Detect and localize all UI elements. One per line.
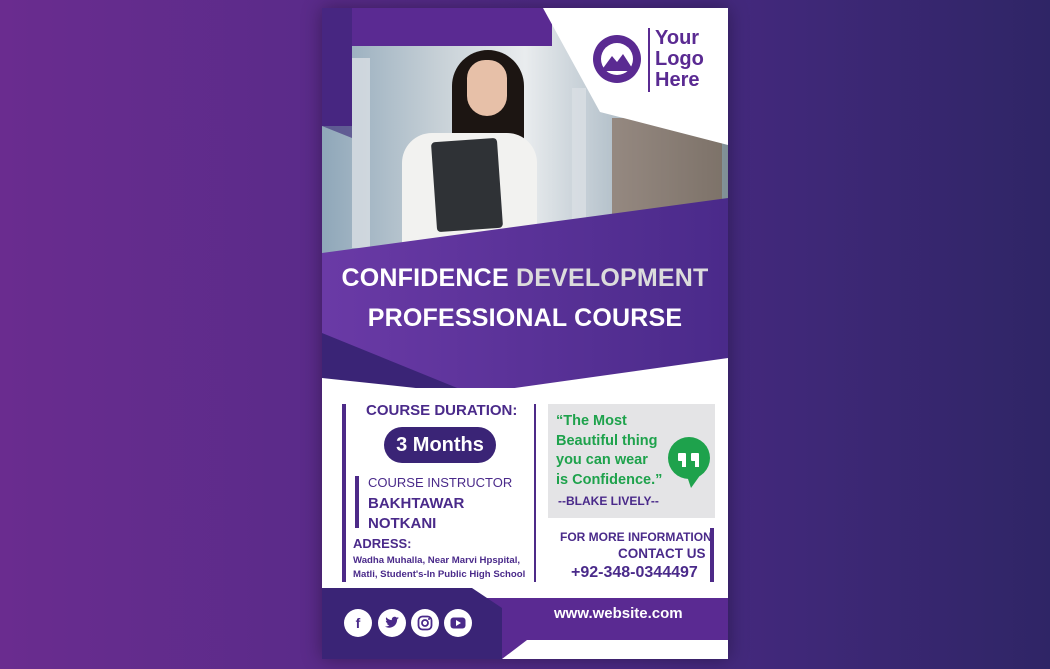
logo-line-3: Here [655,69,700,91]
quote-line-1: “The Most [556,413,627,429]
phone-number[interactable]: +92-348-0344497 [571,564,698,582]
logo-text: Your Logo Here [655,28,704,91]
instagram-icon[interactable] [411,609,439,637]
instructor-name-line-1: BAKHTAWAR [368,495,465,512]
title-line-1: CONFIDENCE DEVELOPMENT [322,264,728,293]
quote-bubble-icon [668,437,710,488]
quote-line-4: is Confidence.” [556,471,663,488]
contact-accent-bar [710,528,714,582]
left-accent-bar [342,404,346,582]
title-word-confidence: CONFIDENCE [341,264,516,292]
logo-line-2: Logo [655,48,704,70]
address-label: ADRESS: [353,536,412,551]
column-divider [534,404,536,582]
duration-badge: 3 Months [384,427,496,463]
course-flyer: Your Logo Here CONFIDENCE DEVELOPMENT PR… [322,8,728,659]
duration-label: COURSE DURATION: [366,402,518,419]
instructor-accent-bar [355,476,359,528]
instructor-label: COURSE INSTRUCTOR [368,475,513,490]
instructor-name: BAKHTAWAR NOTKANI [368,494,464,534]
quote-text: “The Most Beautiful thing you can wear i… [556,412,676,490]
quote-line-3: you can wear [556,452,648,468]
quote-author: --BLAKE LIVELY-- [558,494,659,508]
facebook-icon[interactable]: f [344,609,372,637]
twitter-icon[interactable] [378,609,406,637]
address-text: Wadha Muhalla, Near Marvi Hpspital, Matl… [353,554,533,582]
contact-us-label: CONTACT US [618,546,706,561]
youtube-icon[interactable] [444,609,472,637]
logo-divider [648,28,650,92]
address-line-2: Matli, Student's-In Public High School [353,569,526,580]
title-band [322,198,728,388]
website-link[interactable]: www.website.com [554,605,683,622]
quote-line-2: Beautiful thing [556,432,658,449]
logo-line-1: Your [655,27,700,49]
instructor-name-line-2: NOTKANI [368,515,437,532]
title-word-development: DEVELOPMENT [515,264,709,292]
address-line-1: Wadha Muhalla, Near Marvi Hpspital, [353,555,521,566]
logo-mountain-icon [593,35,641,83]
title-line-2: PROFESSIONAL COURSE [367,304,683,332]
more-info-label: FOR MORE INFORMATION [560,530,712,544]
